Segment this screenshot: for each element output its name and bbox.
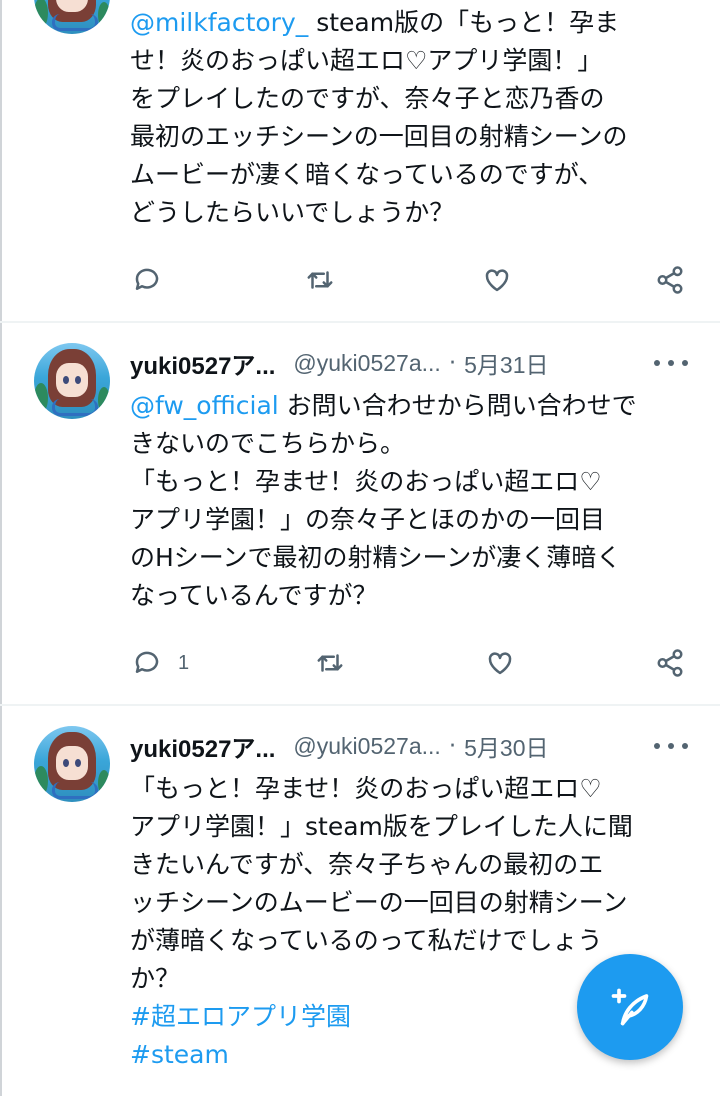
avatar[interactable]	[34, 0, 110, 34]
tweet-line: 「もっと！孕ませ！炎のおっぱい超エロ♡	[130, 467, 602, 496]
hashtag-link[interactable]: #超エロアプリ学園	[130, 1002, 351, 1031]
more-icon[interactable]	[654, 736, 688, 756]
user-handle[interactable]: @yuki0527a...	[293, 733, 440, 760]
tweet-date[interactable]: 5月30日	[464, 729, 548, 763]
user-handle[interactable]: @yuki0527a...	[293, 350, 440, 377]
tweet-text: @milkfactory_ steam版の「もっと！孕ま せ！炎のおっぱい超エロ…	[130, 4, 700, 232]
separator-dot: ·	[448, 733, 457, 759]
separator-dot: ·	[448, 350, 457, 376]
heart-icon	[488, 652, 512, 675]
reply-icon	[135, 268, 159, 290]
share-button[interactable]	[655, 643, 685, 683]
tweet-line: せ！炎のおっぱい超エロ♡アプリ学園！」	[130, 46, 603, 75]
tweet-text: @fw_official お問い合わせから問い合わせで きないのでこちらから。 …	[130, 387, 700, 615]
tweet-line: のHシーンで最初の射精シーンが凄く薄暗く	[130, 543, 622, 572]
tweet-header: yuki0527ア... @yuki0527a... · 5月31日	[130, 343, 549, 383]
tweet-line: が薄暗くなっているのって私だけでしょう	[130, 926, 603, 955]
more-icon[interactable]	[654, 353, 688, 373]
share-icon	[657, 649, 683, 677]
avatar[interactable]	[34, 726, 110, 802]
share-icon	[657, 266, 683, 294]
heart-icon	[485, 269, 509, 292]
tweet-line: @fw_official お問い合わせから問い合わせで	[130, 391, 637, 420]
like-button[interactable]	[485, 643, 515, 683]
tweet-1[interactable]: @milkfactory_ steam版の「もっと！孕ま せ！炎のおっぱい超エロ…	[0, 0, 720, 322]
share-button[interactable]	[655, 260, 685, 300]
tweet-header: yuki0527ア... @yuki0527a... · 5月30日	[130, 726, 549, 766]
tweet-line: アプリ学園！」の奈々子とほのかの一回目	[130, 505, 606, 534]
tweet-line: をプレイしたのですが、奈々子と恋乃香の	[130, 84, 605, 113]
reply-button[interactable]: 1	[132, 643, 189, 683]
compose-tweet-button[interactable]	[577, 954, 683, 1060]
tweet-line: 最初のエッチシーンの一回目の射精シーンの	[130, 122, 628, 151]
reply-icon	[135, 651, 159, 673]
retweet-icon	[307, 271, 333, 289]
tweet-2[interactable]: yuki0527ア... @yuki0527a... · 5月31日 @fw_o…	[0, 323, 720, 703]
tweet-line: ムービーが凄く暗くなっているのですが、	[130, 160, 604, 189]
tweet-date[interactable]: 5月31日	[464, 346, 548, 380]
tweet-actions	[130, 260, 690, 300]
tweet-line: どうしたらいいでしょうか？	[130, 198, 455, 227]
reply-button[interactable]	[132, 260, 162, 300]
like-button[interactable]	[482, 260, 512, 300]
tweet-line: なっているんですが？	[130, 581, 378, 610]
tweet-line: きないのでこちらから。	[130, 429, 406, 458]
tweet-line: アプリ学園！」steam版をプレイした人に聞	[130, 812, 633, 841]
hashtag-link[interactable]: #steam	[130, 1040, 229, 1069]
retweet-button[interactable]	[315, 643, 345, 683]
retweet-button[interactable]	[305, 260, 335, 300]
tweet-line: 「もっと！孕ませ！炎のおっぱい超エロ♡	[130, 774, 602, 803]
avatar[interactable]	[34, 343, 110, 419]
reply-count: 1	[178, 651, 190, 674]
tweet-line: @milkfactory_ steam版の「もっと！孕ま	[130, 8, 620, 37]
tweet-line: ッチシーンのムービーの一回目の射精シーン	[130, 888, 628, 917]
retweet-icon	[317, 654, 343, 672]
tweet-actions: 1	[130, 643, 690, 683]
display-name[interactable]: yuki0527ア...	[130, 346, 275, 381]
display-name[interactable]: yuki0527ア...	[130, 729, 275, 764]
mention-link[interactable]: @fw_official	[130, 391, 279, 420]
compose-tweet-icon	[611, 988, 649, 1026]
tweet-line: きたいんですが、奈々子ちゃんの最初のエ	[130, 850, 604, 879]
mention-link[interactable]: @milkfactory_	[130, 8, 308, 37]
